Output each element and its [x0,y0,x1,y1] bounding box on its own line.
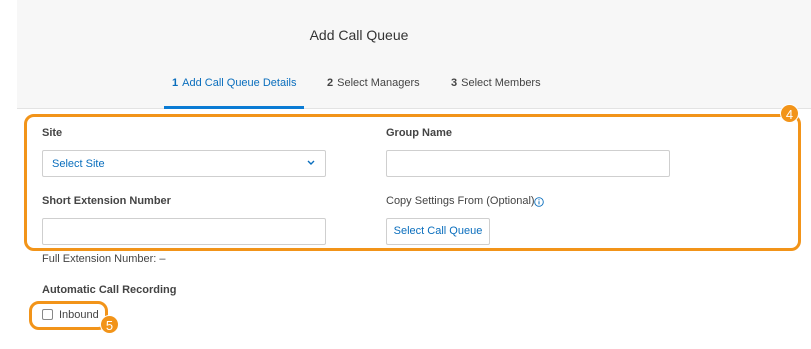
step-number: 2 [327,77,334,89]
step-number: 3 [451,77,458,89]
step-label: Add Call Queue Details [182,77,297,89]
dialog-title: Add Call Queue [309,27,409,43]
step-add-call-queue-details[interactable]: 1 Add Call Queue Details [172,77,296,89]
dialog-header: Add Call Queue [17,0,811,109]
step-select-members[interactable]: 3 Select Members [451,77,541,89]
annotation-badge-5: 5 [100,315,119,334]
auto-recording-label: Automatic Call Recording [42,284,177,296]
step-select-managers[interactable]: 2 Select Managers [327,77,420,89]
full-extension-number-text: Full Extension Number: – [42,253,166,265]
active-step-indicator [164,106,304,109]
step-number: 1 [172,77,179,89]
highlight-box-4 [24,114,801,251]
step-label: Select Managers [337,77,420,89]
annotation-badge-4: 4 [780,104,799,123]
highlight-box-5 [29,301,108,330]
step-label: Select Members [461,77,541,89]
